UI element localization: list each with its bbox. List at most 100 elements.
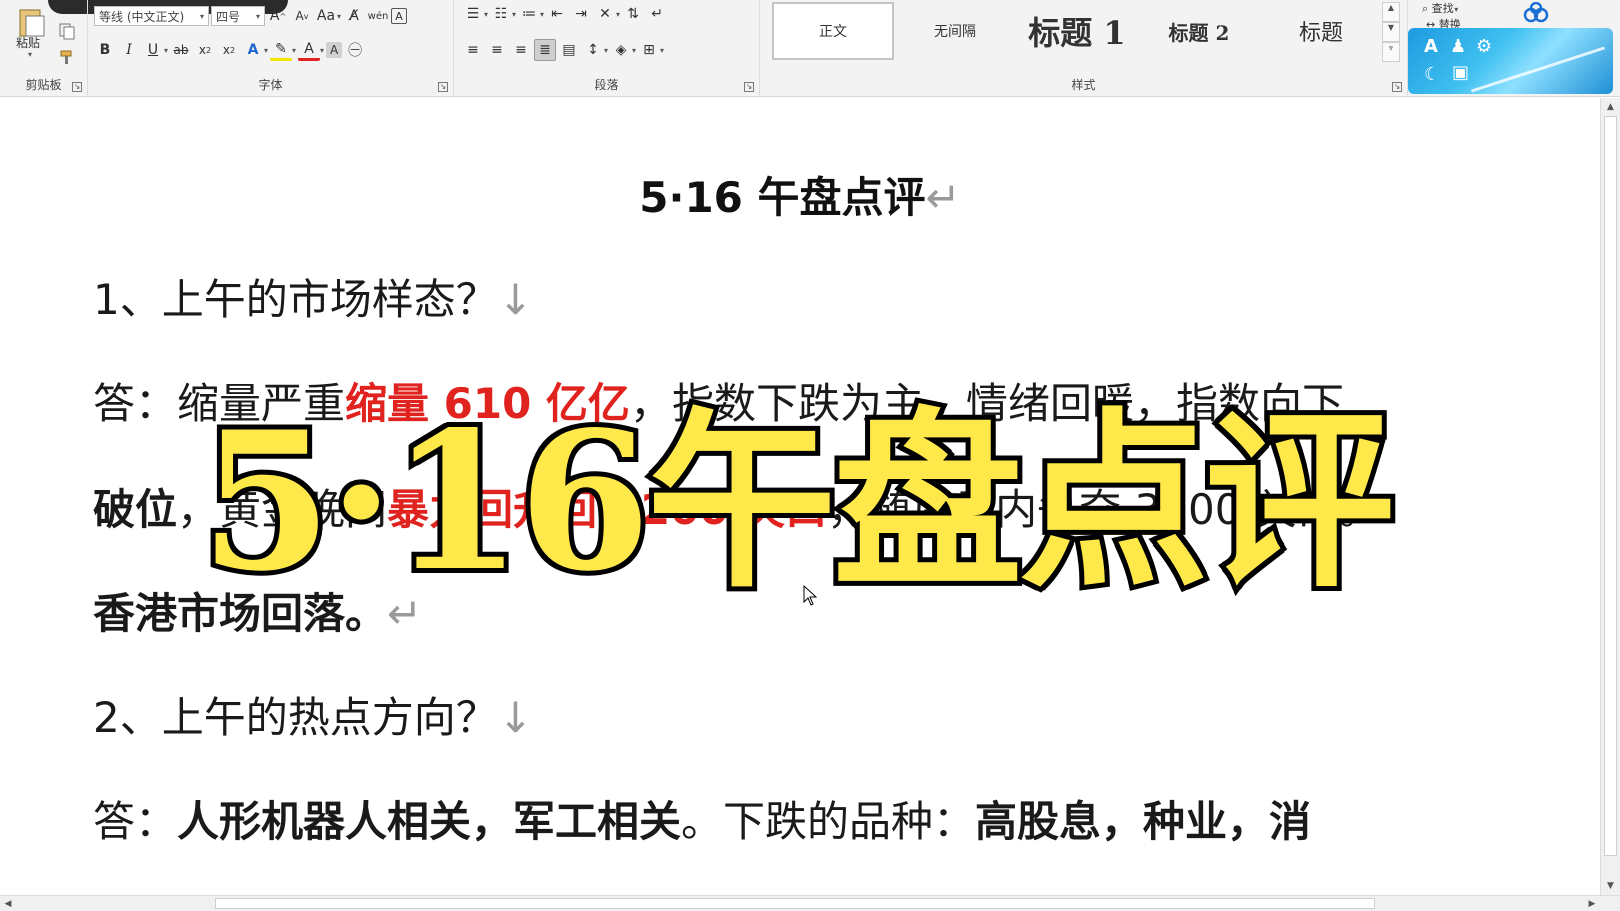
keyboard-key-icon: ▣	[1452, 62, 1470, 83]
superscript-icon[interactable]: x2	[218, 39, 240, 61]
scroll-right-icon[interactable]: ▶	[1584, 896, 1600, 911]
shading-icon[interactable]: ◈	[610, 39, 632, 61]
bold-icon[interactable]: B	[94, 39, 116, 61]
highlight-icon[interactable]: ✎	[270, 39, 293, 61]
decrease-indent-icon[interactable]: ⇤	[546, 3, 568, 25]
chevron-down-icon: ▾	[484, 9, 489, 19]
style-heading-1[interactable]: 标题 1	[1016, 2, 1138, 60]
change-case-button[interactable]: Aa	[315, 5, 337, 27]
vertical-scrollbar[interactable]: ▲ ▼	[1600, 98, 1620, 895]
char-shading-icon[interactable]: A	[326, 42, 343, 58]
copy-icon[interactable]	[58, 22, 76, 40]
show-marks-icon[interactable]: ↵	[646, 3, 668, 25]
horizontal-scrollbar[interactable]: ◀ ▶	[0, 895, 1620, 911]
shrink-font-icon[interactable]: Av	[291, 5, 313, 27]
chevron-down-icon: ▾	[320, 45, 325, 55]
borders-icon[interactable]: ⊞	[638, 39, 660, 61]
question-2[interactable]: 2、上午的热点方向？↓	[93, 684, 533, 745]
align-left-icon[interactable]: ≡	[462, 39, 484, 61]
distributed-icon[interactable]: ▤	[558, 39, 580, 61]
gear-icon: ⚙	[1476, 36, 1493, 57]
find-button[interactable]: ⌕ 查找 ▾	[1422, 0, 1458, 16]
numbering-icon[interactable]: ☷	[490, 3, 512, 25]
answer-1-mid: ，黄金晚间	[177, 485, 388, 534]
question-1-text: 1、上午的市场样态？	[93, 275, 498, 324]
scroll-down-icon[interactable]: ▼	[1601, 877, 1620, 895]
italic-icon[interactable]: I	[118, 39, 140, 61]
enclose-char-icon[interactable]: ㊀	[344, 39, 366, 61]
answer-2-line-1[interactable]: 答：人形机器人相关，军工相关。下跌的品种：高股息，种业，消	[93, 788, 1311, 849]
chinese-layout-icon[interactable]: ✕	[594, 3, 616, 25]
format-painter-icon[interactable]	[58, 48, 76, 66]
style-heading-2[interactable]: 标题 2	[1138, 2, 1260, 60]
vertical-scroll-thumb[interactable]	[1604, 116, 1617, 856]
style-no-spacing[interactable]: 无间隔	[894, 2, 1016, 60]
paragraph-launcher-icon[interactable]: ↘	[744, 82, 754, 92]
clipboard-launcher-icon[interactable]: ↘	[72, 82, 82, 92]
increase-indent-icon[interactable]: ⇥	[570, 3, 592, 25]
letter-a-icon: A	[1424, 36, 1438, 57]
sort-icon[interactable]: ⇅	[622, 3, 644, 25]
style-normal[interactable]: 正文	[772, 2, 894, 60]
subscript-icon[interactable]: x2	[194, 39, 216, 61]
answer-1-line-2[interactable]: 破位，黄金晚间暴力回升回 3200 关口，随后日内争夺 3200 关口。	[93, 476, 1381, 537]
styles-group-label: 样式	[1071, 78, 1096, 92]
font-color-icon[interactable]: A	[298, 39, 321, 61]
clear-formatting-icon[interactable]: A̸	[343, 5, 365, 27]
chevron-down-icon: ▾	[632, 45, 637, 55]
grow-font-icon[interactable]: A ^	[267, 5, 289, 27]
chevron-down-icon: ▾	[604, 45, 609, 55]
font-size-value: 四号	[216, 9, 241, 24]
text-effects-icon[interactable]: A	[242, 39, 264, 61]
chevron-down-icon: ▾	[616, 9, 621, 19]
addin-cloud-icon[interactable]	[1522, 1, 1550, 24]
chevron-down-icon: ▾	[264, 45, 269, 55]
font-size-combo[interactable]: 四号 ▾	[211, 6, 265, 26]
font-name-combo[interactable]: 等线 (中文正文) ▾	[94, 6, 209, 26]
line-break-mark: ↓	[497, 275, 533, 324]
chevron-down-icon: ▾	[1451, 5, 1459, 14]
horizontal-scroll-thumb[interactable]	[215, 898, 1375, 909]
answer-1-prefix: 答：缩量严重	[93, 379, 346, 428]
styles-launcher-icon[interactable]: ↘	[1392, 82, 1402, 92]
chevron-down-icon: ▾	[512, 9, 517, 19]
line-spacing-icon[interactable]: ↕	[582, 39, 604, 61]
document-title[interactable]: 5·16 午盘点评↵	[0, 164, 1600, 225]
more-styles-icon[interactable]: ⩔	[1382, 42, 1400, 62]
char-border-icon[interactable]: A	[391, 8, 408, 24]
answer-1-highlight-volume: 缩量 610 亿亿	[345, 379, 630, 428]
line-break-mark: ↓	[497, 693, 533, 742]
font-launcher-icon[interactable]: ↘	[438, 82, 448, 92]
scroll-up-icon[interactable]: ▲	[1601, 98, 1620, 116]
align-center-icon[interactable]: ≡	[486, 39, 508, 61]
answer-2-falling-sectors: 高股息，种业，消	[975, 797, 1312, 846]
answer-1-line-3[interactable]: 香港市场回落。↵	[93, 580, 422, 641]
paste-button[interactable]: 粘贴	[16, 34, 40, 51]
style-title[interactable]: 标题	[1260, 2, 1382, 60]
justify-icon[interactable]: ≣	[534, 39, 556, 61]
chevron-down-icon[interactable]: ▼	[1382, 22, 1400, 42]
chevron-up-icon[interactable]: ▲	[1382, 2, 1400, 22]
strikethrough-icon[interactable]: ab	[170, 39, 192, 61]
phonetic-guide-icon[interactable]: wén	[367, 5, 389, 27]
paragraph-mark: ↵	[387, 589, 423, 638]
underline-icon[interactable]: U	[142, 39, 164, 61]
chevron-down-icon: ▾	[660, 45, 665, 55]
scroll-left-icon[interactable]: ◀	[0, 896, 16, 911]
find-label: 查找	[1431, 2, 1454, 15]
style-gallery-scroll: ▲ ▼ ⩔	[1382, 2, 1400, 62]
question-2-text: 2、上午的热点方向？	[93, 693, 498, 742]
chevron-down-icon: ▾	[337, 11, 342, 21]
multilevel-list-icon[interactable]: ≔	[518, 3, 540, 25]
bullets-icon[interactable]: ☰	[462, 3, 484, 25]
chevron-down-icon: ▾	[164, 45, 169, 55]
answer-1-line-1[interactable]: 答：缩量严重缩量 610 亿亿，指数下跌为主，情绪回暖，指数向下	[93, 370, 1344, 431]
chevron-down-icon: ▾	[255, 11, 260, 21]
align-right-icon[interactable]: ≡	[510, 39, 532, 61]
answer-1-rest: ，指数下跌为主，情绪回暖，指数向下	[629, 379, 1344, 428]
font-group-label: 字体	[258, 78, 283, 92]
paste-dropdown-icon[interactable]: ▾	[28, 50, 32, 59]
ribbon: 粘贴 ▾ 剪贴板 ↘ 等线 (中文正文) ▾ 四号 ▾ A ^ Av Aa ▾ A̸ w…	[0, 0, 1620, 97]
question-1[interactable]: 1、上午的市场样态？↓	[93, 266, 533, 327]
document-page[interactable]: 5·16 午盘点评↵ 1、上午的市场样态？↓ 答：缩量严重缩量 610 亿亿，指…	[0, 98, 1600, 895]
